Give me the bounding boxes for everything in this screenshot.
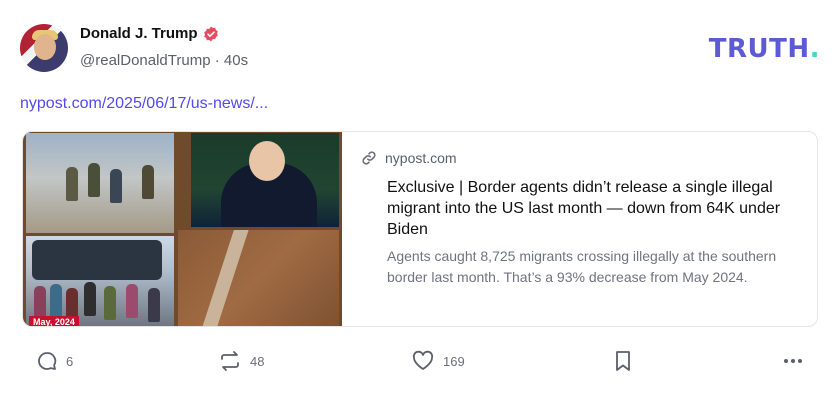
author-avatar[interactable] [20, 24, 68, 72]
reply-button[interactable]: 6 [36, 350, 73, 372]
reply-count: 6 [66, 353, 74, 369]
logo-dot: . [809, 34, 820, 64]
figure [142, 165, 154, 199]
border-road [199, 230, 251, 326]
image-tile-official [191, 133, 339, 227]
image-tile-border-agents [26, 133, 174, 233]
avatar-face [34, 34, 56, 60]
figure [126, 284, 138, 318]
verified-badge-icon [204, 26, 218, 42]
like-button[interactable]: 169 [411, 350, 465, 372]
figure [148, 288, 160, 322]
more-icon [784, 359, 802, 363]
bookmark-button[interactable] [614, 350, 632, 372]
image-tile-border-aerial [178, 230, 339, 326]
retruth-button[interactable]: 48 [218, 350, 264, 372]
figure [110, 169, 122, 203]
image-badge: May, 2024 [29, 316, 79, 326]
chain-link-icon [362, 151, 376, 165]
retruth-icon [221, 351, 239, 371]
image-tile-migrants [26, 236, 174, 326]
figure-head [249, 141, 285, 181]
figure [104, 286, 116, 320]
post-link[interactable]: nypost.com/2025/06/17/us-news/... [20, 95, 268, 113]
author-name[interactable]: Donald J. Trump [80, 25, 198, 42]
figure [50, 284, 62, 318]
preview-domain: nypost.com [385, 150, 457, 166]
post-actions: 6 48 169 [0, 350, 840, 374]
figure [66, 167, 78, 201]
preview-description: Agents caught 8,725 migrants crossing il… [387, 248, 777, 285]
logo-text: TRUTH [708, 34, 810, 64]
bookmark-icon [616, 351, 630, 371]
bus-shape [32, 240, 162, 280]
figure [84, 282, 96, 316]
more-options-button[interactable] [781, 350, 805, 372]
preview-domain-row: nypost.com [361, 150, 457, 166]
author-handle-time[interactable]: @realDonaldTrump · 40s [80, 52, 248, 69]
like-count: 169 [443, 353, 465, 369]
heart-icon [412, 350, 434, 370]
link-preview-card[interactable]: May, 2024 nypost.com Exclusive | Border … [22, 131, 818, 327]
figure [34, 286, 46, 320]
reply-icon [38, 352, 57, 370]
figure [88, 163, 100, 197]
retruth-count: 48 [250, 353, 265, 369]
truth-logo[interactable]: TRUTH. [709, 34, 820, 64]
preview-image-collage: May, 2024 [23, 132, 342, 326]
preview-headline: Exclusive | Border agents didn’t release… [387, 179, 781, 238]
